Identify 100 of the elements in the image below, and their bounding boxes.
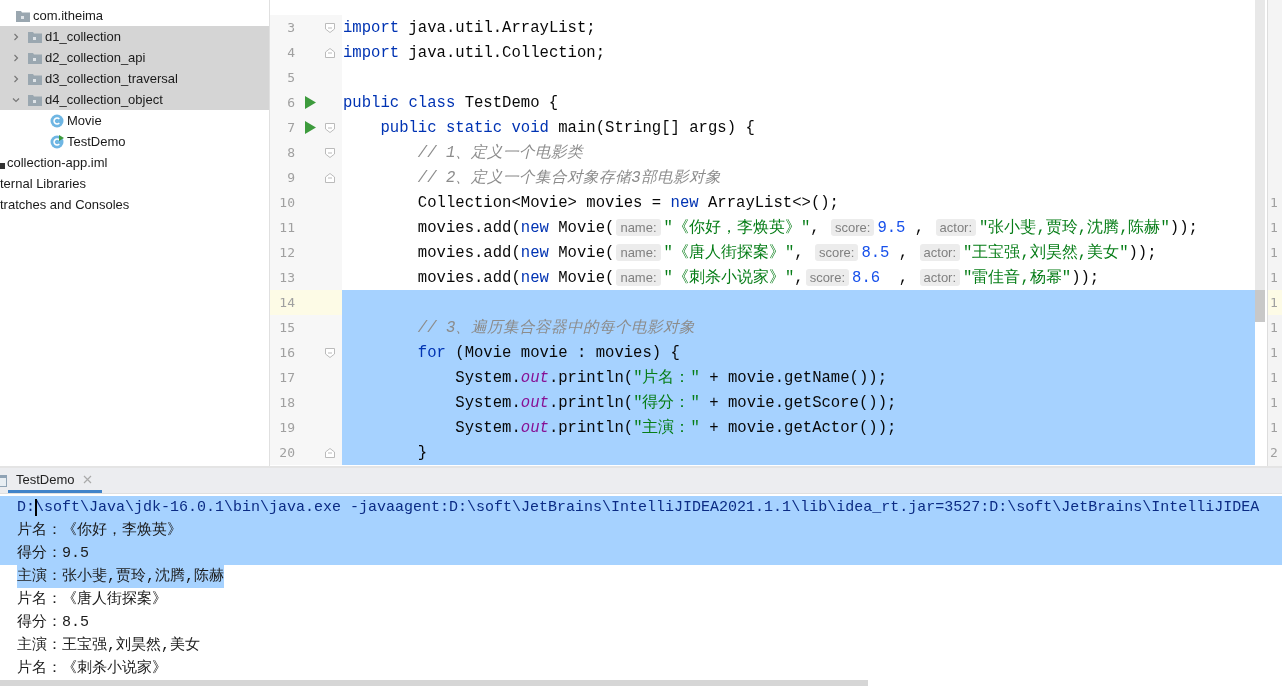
line-number: 18 bbox=[278, 395, 295, 410]
tree-label: tratches and Consoles bbox=[0, 197, 130, 212]
parameter-hint: score: bbox=[805, 269, 850, 286]
line-number: 4 bbox=[286, 45, 295, 60]
line-number: 3 bbox=[286, 20, 295, 35]
tree-item[interactable]: d3_collection_traversal bbox=[0, 68, 269, 89]
line-number: 1 bbox=[1270, 370, 1278, 385]
code-text: , bbox=[794, 243, 805, 262]
code-text: , bbox=[810, 218, 821, 237]
runnable-class-icon bbox=[50, 134, 64, 149]
code-text: movies.add( bbox=[416, 268, 521, 287]
code-text: , bbox=[794, 268, 804, 287]
parameter-hint: actor: bbox=[919, 244, 961, 261]
folder-icon bbox=[28, 30, 42, 43]
fold-end-icon[interactable] bbox=[325, 172, 335, 183]
tree-item[interactable]: TestDemo bbox=[0, 131, 269, 152]
fold-start-icon[interactable] bbox=[325, 347, 335, 358]
run-tab[interactable]: TestDemo bbox=[8, 468, 102, 493]
code-text: .println( bbox=[548, 368, 634, 387]
parameter-hint: score: bbox=[815, 244, 859, 261]
code-keyword: for bbox=[416, 343, 446, 362]
tree-item[interactable]: d4_collection_object bbox=[0, 89, 269, 110]
code-text: System. bbox=[454, 418, 521, 437]
tree-label: d1_collection bbox=[45, 29, 121, 44]
line-number: 17 bbox=[278, 370, 295, 385]
file-icon bbox=[0, 163, 5, 169]
console-line: 片名：《刺杀小说家》 bbox=[17, 658, 167, 679]
code-text: + movie.getActor()); bbox=[708, 418, 897, 437]
parameter-hint: score: bbox=[831, 219, 875, 236]
chevron-right-icon[interactable] bbox=[12, 53, 20, 62]
code-text: )); bbox=[1071, 268, 1100, 287]
console-line: 主演：王宝强,刘昊然,美女 bbox=[17, 635, 200, 656]
tree-item[interactable]: tratches and Consoles bbox=[0, 194, 269, 215]
code-string: "主演：" bbox=[633, 417, 700, 438]
code-number: 8.5 bbox=[861, 243, 890, 262]
fold-end-icon[interactable] bbox=[325, 47, 335, 58]
code-keyword: import bbox=[343, 18, 400, 37]
tree-item[interactable]: collection-app.iml bbox=[0, 152, 269, 173]
code-keyword: import bbox=[343, 43, 400, 62]
tree-label: Movie bbox=[67, 113, 102, 128]
fold-end-icon[interactable] bbox=[325, 447, 335, 458]
chevron-down-icon[interactable] bbox=[12, 95, 20, 104]
code-keyword: new bbox=[520, 218, 549, 237]
line-number: 13 bbox=[278, 270, 295, 285]
scrollbar[interactable] bbox=[0, 680, 868, 686]
close-icon[interactable] bbox=[82, 474, 92, 484]
chevron-right-icon[interactable] bbox=[12, 74, 20, 83]
line-number: 1 bbox=[1270, 270, 1278, 285]
code-text: } bbox=[416, 443, 428, 462]
code-text: java.util.ArrayList; bbox=[407, 18, 596, 37]
console-line: 片名：《唐人街探案》 bbox=[17, 589, 167, 610]
tree-label: d3_collection_traversal bbox=[45, 71, 178, 86]
line-number: 15 bbox=[278, 320, 295, 335]
chevron-right-icon[interactable] bbox=[12, 32, 20, 41]
code-text: Movie( bbox=[557, 243, 615, 262]
code-text: , bbox=[897, 268, 910, 287]
code-keyword: new bbox=[520, 268, 549, 287]
code-field: out bbox=[520, 368, 549, 387]
code-comment: // 1、定义一个电影类 bbox=[416, 143, 584, 163]
line-number: 1 bbox=[1270, 395, 1278, 410]
line-number: 7 bbox=[286, 120, 295, 135]
code-text: main(String[] args) { bbox=[557, 118, 755, 137]
code-text: ArrayList<>(); bbox=[706, 193, 839, 212]
line-number: 12 bbox=[278, 245, 295, 260]
code-text: , bbox=[897, 243, 910, 262]
fold-start-icon[interactable] bbox=[325, 147, 335, 158]
code-text: movies.add( bbox=[416, 218, 521, 237]
parameter-hint: actor: bbox=[935, 219, 977, 236]
tree-item[interactable]: Movie bbox=[0, 110, 269, 131]
line-number: 1 bbox=[1270, 295, 1278, 310]
fold-start-icon[interactable] bbox=[325, 22, 335, 33]
line-number: 1 bbox=[1270, 245, 1278, 260]
line-number: 8 bbox=[286, 145, 295, 160]
code-string: "《你好，李焕英》" bbox=[663, 218, 811, 238]
code-text: )); bbox=[1169, 218, 1198, 237]
run-icon[interactable] bbox=[304, 121, 316, 134]
code-string: "《刺杀小说家》" bbox=[663, 267, 795, 288]
code-string: "得分：" bbox=[633, 393, 700, 413]
line-number: 19 bbox=[278, 420, 295, 435]
code-text: System. bbox=[454, 393, 521, 412]
tree-item[interactable]: com.itheima bbox=[0, 5, 269, 26]
line-number: 2 bbox=[1270, 445, 1278, 460]
tree-item[interactable]: ternal Libraries bbox=[0, 173, 269, 194]
parameter-hint: actor: bbox=[919, 269, 961, 286]
parameter-hint: name: bbox=[616, 219, 661, 236]
code-comment: // 2、定义一个集合对象存储3部电影对象 bbox=[416, 168, 721, 188]
code-field: out bbox=[520, 393, 549, 412]
folder-icon bbox=[16, 9, 30, 22]
tree-label: TestDemo bbox=[67, 134, 126, 149]
tree-label: d2_collection_api bbox=[45, 50, 146, 65]
tree-label: collection-app.iml bbox=[7, 155, 108, 170]
tree-item[interactable]: d1_collection bbox=[0, 26, 269, 47]
scrollbar[interactable] bbox=[1255, 0, 1265, 322]
code-field: out bbox=[520, 418, 549, 437]
tree-item[interactable]: d2_collection_api bbox=[0, 47, 269, 68]
line-number: 14 bbox=[278, 295, 295, 310]
fold-start-icon[interactable] bbox=[325, 122, 335, 133]
run-icon[interactable] bbox=[304, 96, 316, 109]
tree-label: d4_collection_object bbox=[45, 92, 163, 107]
code-text: + movie.getScore()); bbox=[708, 393, 897, 412]
